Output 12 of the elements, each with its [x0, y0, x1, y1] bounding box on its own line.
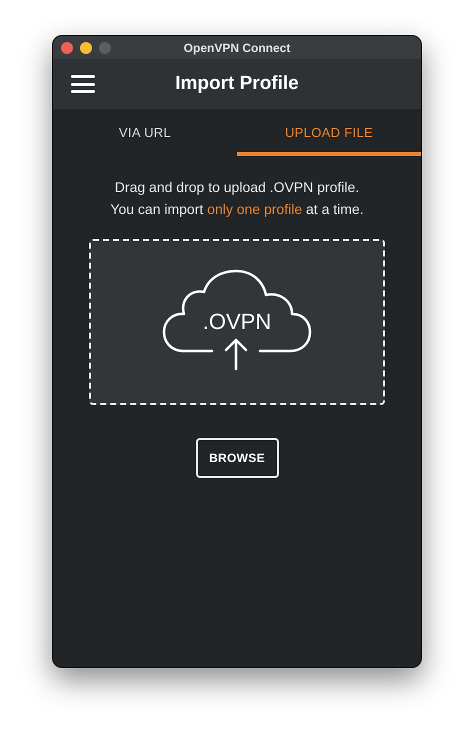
file-type-label: .OVPN: [202, 308, 272, 336]
tab[interactable]: UPLOAD FILE: [237, 109, 421, 156]
tab[interactable]: VIA URL: [53, 109, 237, 156]
page-title: Import Profile: [175, 72, 299, 96]
minimize-window-icon[interactable]: [80, 42, 92, 54]
window-title: OpenVPN Connect: [184, 40, 290, 56]
instruction-text: Drag and drop to upload .OVPN profile. You can import only one profile at a time.: [110, 178, 364, 219]
close-window-icon[interactable]: [61, 42, 73, 54]
browse-button[interactable]: BROWSE: [196, 438, 278, 478]
menu-icon[interactable]: [71, 75, 95, 93]
zoom-window-icon: [99, 42, 111, 54]
drop-zone[interactable]: .OVPN: [89, 239, 385, 405]
